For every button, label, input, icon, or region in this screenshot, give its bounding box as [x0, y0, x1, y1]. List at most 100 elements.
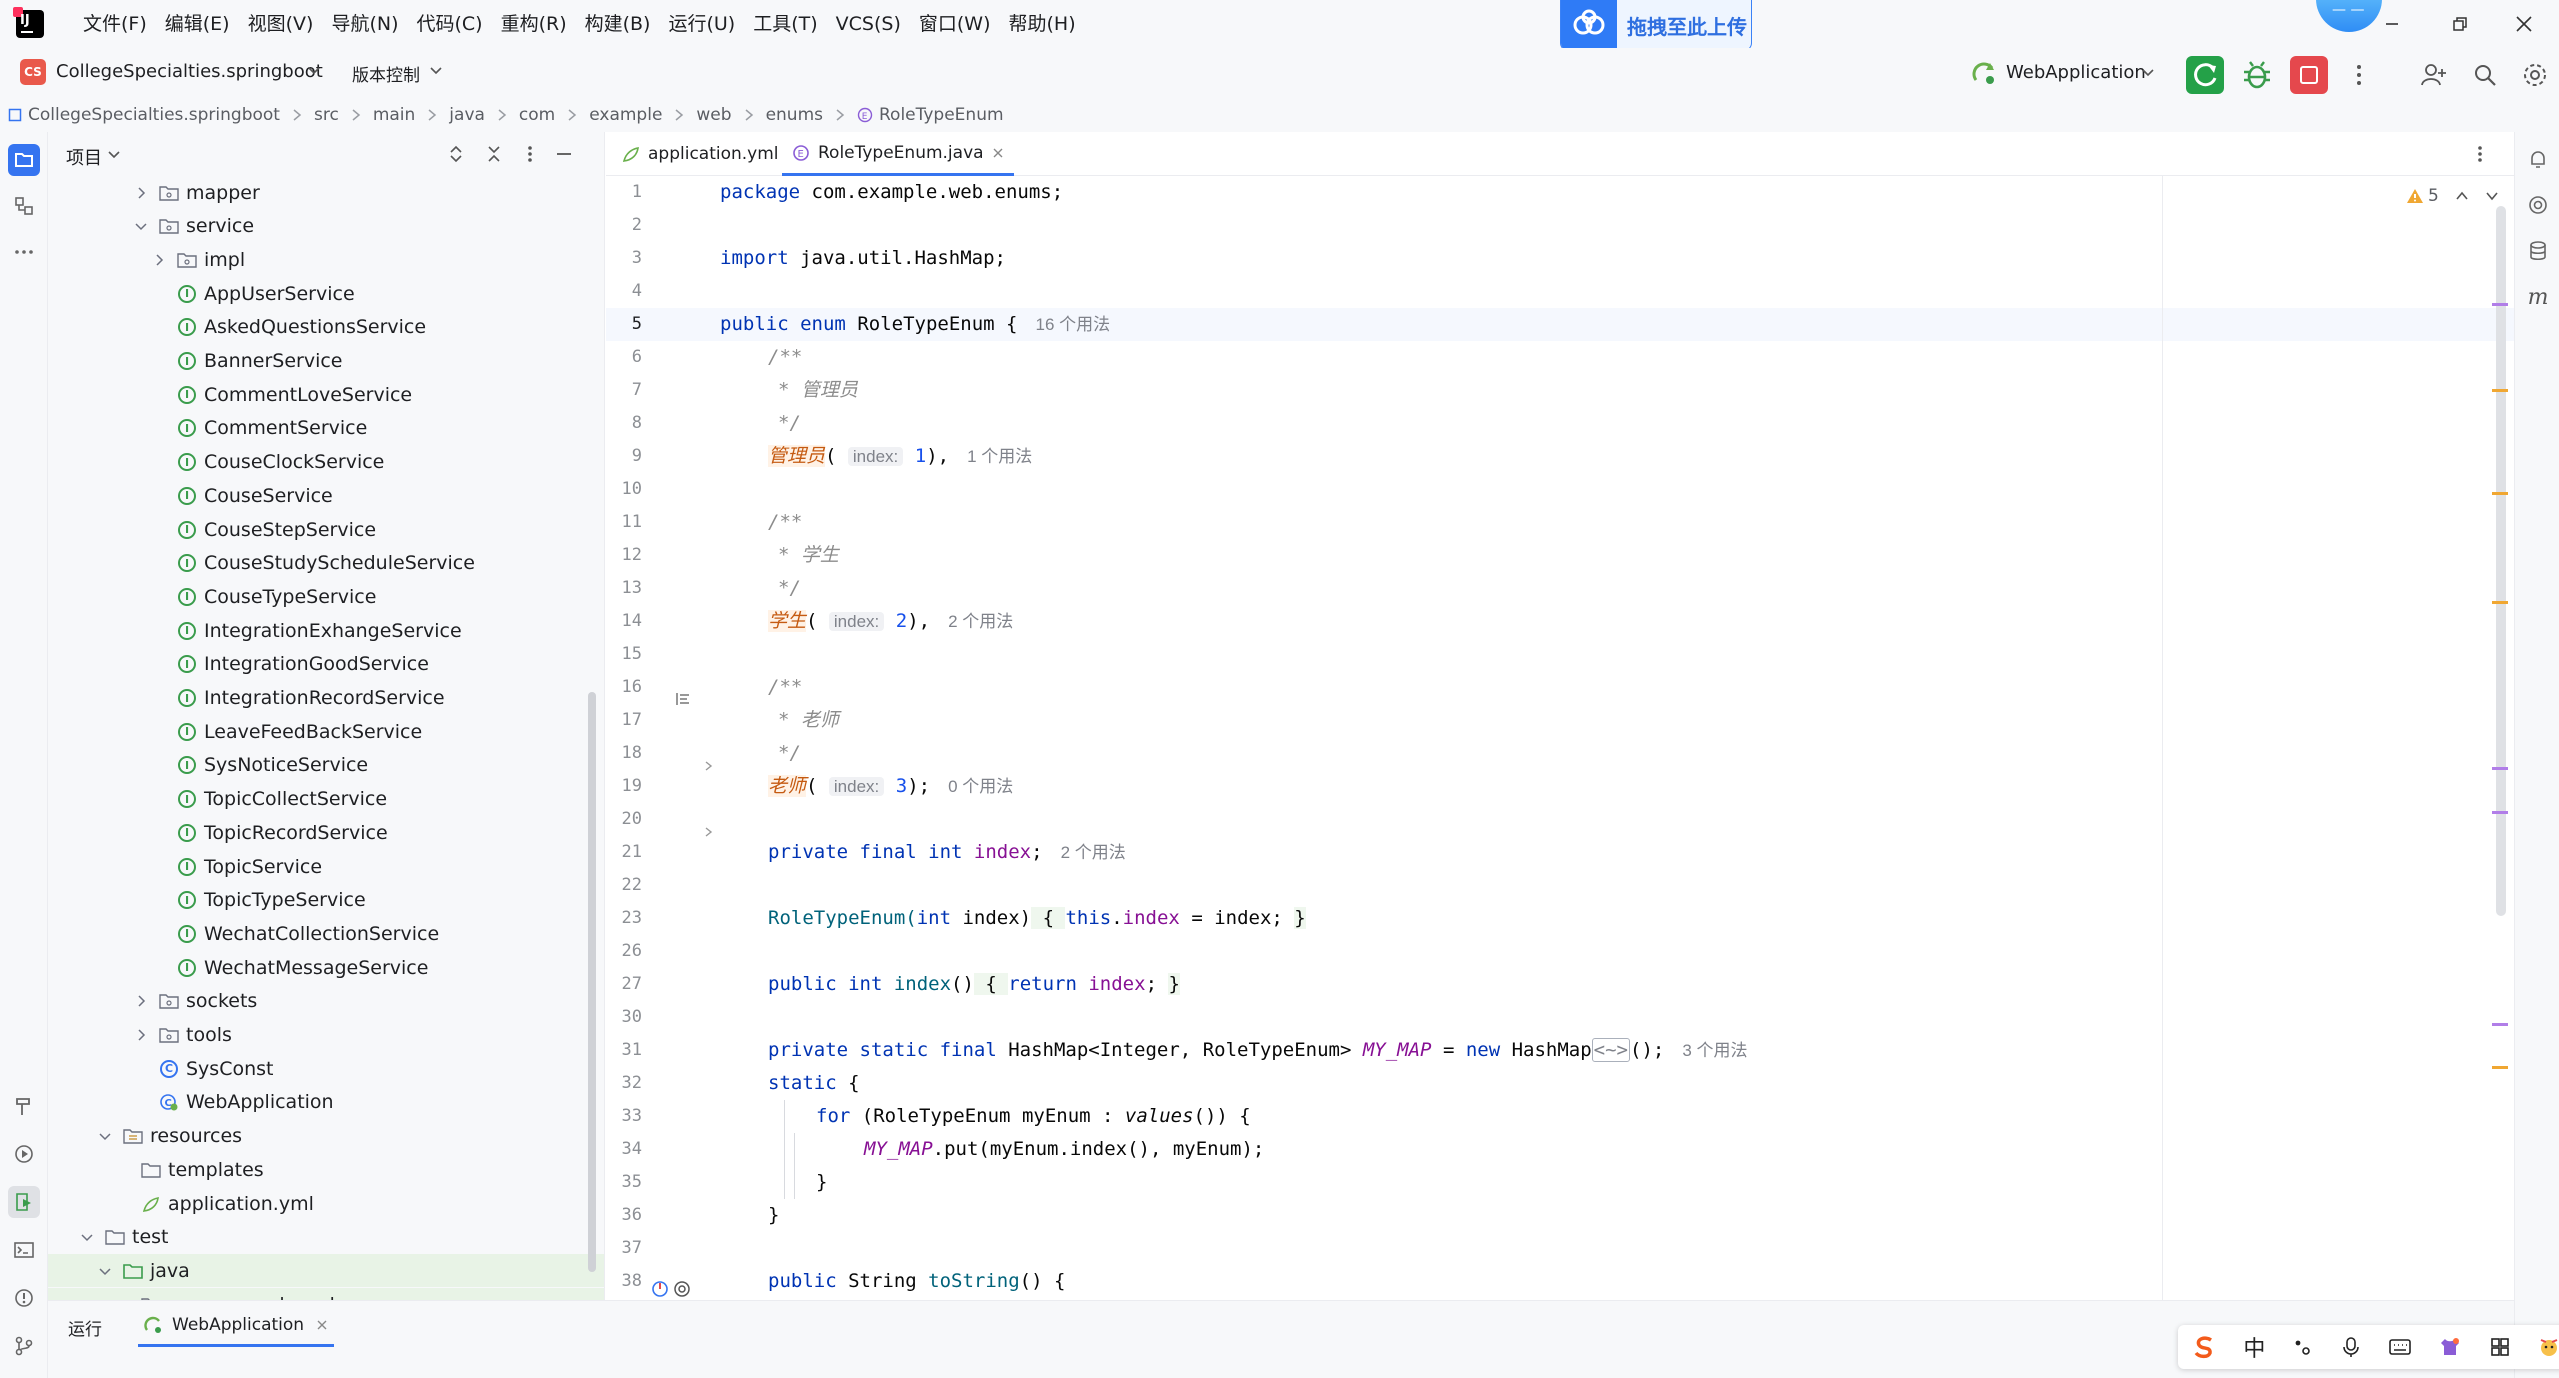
scroll-marker[interactable] [2492, 1066, 2508, 1069]
scroll-marker[interactable] [2492, 1023, 2508, 1026]
search-icon[interactable] [2470, 60, 2500, 90]
tree-item[interactable]: I IntegrationGoodService [48, 648, 588, 681]
chevron-down-icon[interactable] [306, 62, 322, 78]
structure-icon[interactable] [8, 190, 40, 222]
menu-item[interactable]: 文件(F) [74, 0, 156, 48]
menu-item[interactable]: 工具(T) [744, 0, 826, 48]
tree-item[interactable]: C SysConst [48, 1052, 588, 1085]
scroll-marker[interactable] [2492, 601, 2508, 604]
project-badge[interactable]: CS [20, 59, 46, 85]
notifications-bell-icon[interactable] [2523, 144, 2553, 174]
sogou-logo-icon[interactable] [2191, 1334, 2217, 1360]
run-configuration-selector[interactable]: WebApplication [2006, 62, 2146, 83]
tree-item[interactable]: com.example.web [48, 1288, 604, 1300]
chevron-right-icon[interactable] [132, 1026, 150, 1044]
git-icon[interactable] [8, 1330, 40, 1362]
chevron-down-icon[interactable] [2140, 64, 2156, 80]
ai-assistant-icon[interactable] [2523, 190, 2553, 220]
stop-button[interactable] [2290, 56, 2328, 94]
expand-selected-icon[interactable] [446, 144, 466, 164]
rerun-button[interactable] [2186, 56, 2224, 94]
tree-item[interactable]: C WebApplication [48, 1086, 588, 1119]
tree-item[interactable]: I SysNoticeService [48, 749, 588, 782]
editor-scrollbar[interactable] [2496, 206, 2506, 916]
tree-item[interactable]: I CommentLoveService [48, 378, 588, 411]
tree-item[interactable]: I AskedQuestionsService [48, 311, 588, 344]
intellij-logo-icon[interactable]: IJ [13, 7, 44, 38]
more-horizontal-icon[interactable] [8, 236, 40, 268]
menu-item[interactable]: 编辑(E) [156, 0, 239, 48]
tab-options-more-icon[interactable] [2470, 144, 2490, 164]
tree-item[interactable]: mapper [48, 176, 588, 209]
problems-icon[interactable] [8, 1282, 40, 1314]
chevron-down-icon[interactable] [96, 1262, 114, 1280]
next-highlight-icon[interactable] [2485, 189, 2499, 203]
scroll-marker[interactable] [2492, 303, 2508, 306]
breadcrumb-item[interactable]: example [589, 105, 662, 125]
microphone-icon[interactable] [2340, 1336, 2362, 1358]
run-tool-window-icon[interactable] [8, 1186, 40, 1218]
run-tab-webapplication[interactable]: WebApplication [138, 1305, 335, 1347]
tree-item[interactable]: test [48, 1221, 588, 1254]
breadcrumb-item[interactable]: E RoleTypeEnum [857, 105, 1004, 125]
terminal-icon[interactable] [8, 1234, 40, 1266]
breadcrumb-item[interactable]: enums [766, 105, 823, 125]
more-vertical-icon[interactable] [2344, 60, 2374, 90]
vcs-menu[interactable]: 版本控制 [352, 61, 420, 86]
tree-item[interactable]: I CouseStudyScheduleService [48, 547, 588, 580]
tree-item[interactable]: I WechatCollectionService [48, 917, 588, 950]
breadcrumb-item[interactable]: main [373, 105, 415, 125]
tree-item[interactable]: I CouseService [48, 479, 588, 512]
close-window-button[interactable] [2504, 8, 2544, 40]
menu-item[interactable]: VCS(S) [827, 0, 910, 48]
tree-item[interactable]: I AppUserService [48, 277, 588, 310]
doc-render-icon[interactable] [674, 690, 692, 708]
tree-item[interactable]: resources [48, 1120, 588, 1153]
tree-item[interactable]: I TopicService [48, 850, 588, 883]
menu-item[interactable]: 运行(U) [659, 0, 744, 48]
skin-shirt-icon[interactable] [2438, 1336, 2462, 1358]
chevron-right-icon[interactable] [150, 251, 168, 269]
keyboard-icon[interactable] [2388, 1336, 2412, 1358]
tree-item[interactable]: impl [48, 243, 588, 276]
chevron-down-icon[interactable] [106, 146, 122, 162]
tree-item[interactable]: I TopicCollectService [48, 783, 588, 816]
tree-item[interactable]: templates [48, 1153, 588, 1186]
tree-item[interactable]: I BannerService [48, 345, 588, 378]
close-tab-icon[interactable] [316, 1319, 328, 1331]
menu-item[interactable]: 重构(R) [492, 0, 576, 48]
menu-item[interactable]: 代码(C) [407, 0, 491, 48]
menu-item[interactable]: 帮助(H) [1000, 0, 1085, 48]
tree-item[interactable]: I IntegrationRecordService [48, 682, 588, 715]
punctuation-icon[interactable] [2292, 1336, 2314, 1358]
menu-item[interactable]: 视图(V) [239, 0, 323, 48]
tree-item[interactable]: I LeaveFeedBackService [48, 715, 588, 748]
menu-item[interactable]: 窗口(W) [910, 0, 1000, 48]
tree-item[interactable]: I CouseTypeService [48, 580, 588, 613]
breadcrumb-item[interactable]: web [696, 105, 731, 125]
fold-chevron-icon[interactable] [702, 826, 714, 838]
scroll-marker[interactable] [2492, 492, 2508, 495]
ime-mode-indicator[interactable]: 中 [2243, 1331, 2265, 1363]
collapse-all-icon[interactable] [484, 144, 504, 164]
tree-item[interactable]: tools [48, 1019, 588, 1052]
breadcrumb-item[interactable]: src [314, 105, 339, 125]
code-editor[interactable]: 1 2 3 4 5 6 7 8 9 10 11 12 13 14 15 16 17 18 19 20 21 22 23 26 2… [606, 176, 2514, 1300]
tree-item[interactable]: I WechatMessageService [48, 951, 588, 984]
override-method-icon[interactable] [650, 1279, 670, 1299]
hide-panel-icon[interactable] [554, 144, 574, 164]
sogou-mascot-icon[interactable] [2537, 1336, 2559, 1358]
breadcrumb-item[interactable]: CollegeSpecialties.springboot [8, 105, 280, 125]
project-tool-window-icon[interactable] [8, 144, 40, 176]
services-icon[interactable] [8, 1138, 40, 1170]
settings-gear-icon[interactable] [2520, 60, 2550, 90]
restore-button[interactable] [2440, 8, 2480, 40]
minimize-button[interactable] [2372, 8, 2412, 40]
toolbox-grid-icon[interactable] [2489, 1336, 2511, 1358]
build-hammer-icon[interactable] [8, 1090, 40, 1122]
chevron-down-icon[interactable] [428, 62, 444, 78]
tree-item[interactable]: java [48, 1254, 604, 1288]
breadcrumb-item[interactable]: java [449, 105, 485, 125]
inspection-widget[interactable]: 5 [2406, 186, 2499, 206]
fold-chevron-icon[interactable] [702, 760, 714, 772]
